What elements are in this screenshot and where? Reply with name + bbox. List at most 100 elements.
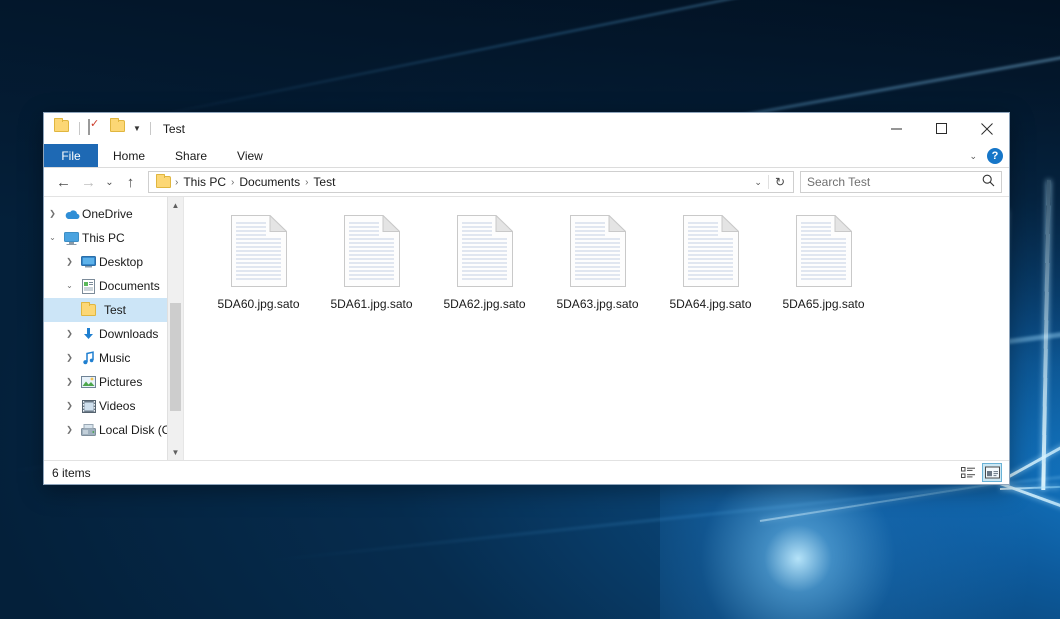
chevron-right-icon[interactable]: ❯ <box>61 322 78 346</box>
sidebar-item-documents[interactable]: ⌄ Documents <box>44 274 183 298</box>
file-explorer-window: ▼ Test File Home Share View <box>43 112 1010 485</box>
sidebar-item-music[interactable]: ❯ Music <box>44 346 183 370</box>
chevron-right-icon[interactable]: ❯ <box>61 370 78 394</box>
maximize-button[interactable] <box>919 113 964 144</box>
sidebar-item-label: OneDrive <box>82 207 133 221</box>
sidebar-item-pictures[interactable]: ❯ Pictures <box>44 370 183 394</box>
sidebar-item-onedrive[interactable]: ❯ OneDrive <box>44 202 183 226</box>
generic-document-icon <box>570 215 626 287</box>
tab-view[interactable]: View <box>222 144 278 167</box>
sidebar-scrollbar[interactable]: ▲ ▼ <box>167 197 183 460</box>
file-item[interactable]: 5DA60.jpg.sato <box>202 211 315 311</box>
quick-access-toolbar: ▼ <box>44 113 154 144</box>
disk-icon <box>78 424 99 436</box>
sidebar-item-desktop[interactable]: ❯ Desktop <box>44 250 183 274</box>
tab-share[interactable]: Share <box>160 144 222 167</box>
chevron-down-icon[interactable]: ⌄ <box>748 177 768 188</box>
scrollbar-thumb[interactable] <box>170 303 181 411</box>
file-item[interactable]: 5DA63.jpg.sato <box>541 211 654 311</box>
generic-document-icon <box>796 215 852 287</box>
search-box[interactable] <box>800 171 1002 193</box>
address-bar: ← → ⌄ ↑ › This PC › Documents › Test ⌄ ↻ <box>44 168 1009 197</box>
ribbon-right-controls: ⌄ ? <box>969 144 1003 168</box>
new-folder-icon[interactable] <box>110 120 127 137</box>
sidebar-item-test[interactable]: Test <box>44 298 183 322</box>
videos-icon <box>78 400 99 413</box>
breadcrumb-item-this-pc[interactable]: This PC <box>179 175 230 189</box>
chevron-down-icon[interactable]: ⌄ <box>969 151 977 162</box>
scroll-down-icon[interactable]: ▼ <box>168 444 183 460</box>
tab-file[interactable]: File <box>44 144 98 167</box>
this-pc-icon <box>61 232 82 245</box>
sidebar-item-label: Local Disk (C:) <box>99 423 178 437</box>
recent-locations-button[interactable]: ⌄ <box>101 170 118 195</box>
pictures-icon <box>78 376 99 388</box>
sidebar-item-label: Documents <box>99 279 160 293</box>
divider <box>79 122 80 135</box>
breadcrumb-item-documents[interactable]: Documents <box>235 175 304 189</box>
forward-button[interactable]: → <box>76 170 101 195</box>
generic-document-icon <box>231 215 287 287</box>
file-name-label: 5DA61.jpg.sato <box>330 297 412 311</box>
chevron-down-icon[interactable]: ⌄ <box>44 226 61 250</box>
file-name-label: 5DA63.jpg.sato <box>556 297 638 311</box>
minimize-button[interactable] <box>874 113 919 144</box>
chevron-right-icon[interactable]: ❯ <box>61 418 78 442</box>
file-item[interactable]: 5DA64.jpg.sato <box>654 211 767 311</box>
large-icons-view-button[interactable] <box>982 463 1002 482</box>
scroll-up-icon[interactable]: ▲ <box>168 197 183 213</box>
chevron-right-icon[interactable]: ❯ <box>61 346 78 370</box>
search-input[interactable] <box>807 175 982 189</box>
sidebar-item-label: Pictures <box>99 375 142 389</box>
file-name-label: 5DA65.jpg.sato <box>782 297 864 311</box>
desktop-icon <box>78 256 99 268</box>
desktop-wallpaper: ▼ Test File Home Share View <box>0 0 1060 619</box>
window-body: ❯ OneDrive ⌄ This PC ❯ <box>44 197 1009 460</box>
refresh-icon[interactable]: ↻ <box>768 175 791 189</box>
sidebar-item-label: Downloads <box>99 327 158 341</box>
file-grid: 5DA60.jpg.sato <box>202 211 1009 311</box>
chevron-right-icon[interactable]: ❯ <box>61 394 78 418</box>
chevron-down-icon[interactable]: ⌄ <box>61 274 78 298</box>
breadcrumb-item-test[interactable]: Test <box>309 175 339 189</box>
breadcrumb-bar[interactable]: › This PC › Documents › Test ⌄ ↻ <box>148 171 794 193</box>
ribbon-tab-bar: File Home Share View ⌄ ? <box>44 144 1009 168</box>
folder-icon <box>78 304 99 316</box>
sidebar-item-label: Test <box>99 303 126 317</box>
file-item[interactable]: 5DA62.jpg.sato <box>428 211 541 311</box>
file-list-view[interactable]: 5DA60.jpg.sato <box>184 197 1009 460</box>
generic-document-icon <box>457 215 513 287</box>
folder-icon[interactable] <box>54 120 71 137</box>
sidebar-item-label: Videos <box>99 399 135 413</box>
status-bar: 6 items <box>44 460 1009 484</box>
properties-icon[interactable] <box>88 120 105 137</box>
search-icon[interactable] <box>982 174 995 190</box>
sidebar-item-local-disk[interactable]: ❯ Local Disk (C:) <box>44 418 183 442</box>
sidebar-item-label: This PC <box>82 231 125 245</box>
chevron-right-icon[interactable]: ❯ <box>44 202 61 226</box>
up-button[interactable]: ↑ <box>118 170 143 195</box>
file-name-label: 5DA60.jpg.sato <box>217 297 299 311</box>
file-name-label: 5DA64.jpg.sato <box>669 297 751 311</box>
generic-document-icon <box>344 215 400 287</box>
sidebar-item-this-pc[interactable]: ⌄ This PC <box>44 226 183 250</box>
view-mode-buttons <box>958 463 1002 482</box>
close-button[interactable] <box>964 113 1009 144</box>
downloads-icon <box>78 327 99 341</box>
item-count-label: 6 items <box>52 466 91 480</box>
sidebar-item-label: Desktop <box>99 255 143 269</box>
chevron-right-icon[interactable]: ❯ <box>61 250 78 274</box>
documents-icon <box>78 279 99 294</box>
chevron-down-icon[interactable]: ▼ <box>132 120 142 137</box>
title-bar: ▼ Test <box>44 113 1009 144</box>
navigation-pane: ❯ OneDrive ⌄ This PC ❯ <box>44 197 184 460</box>
sidebar-item-videos[interactable]: ❯ Videos <box>44 394 183 418</box>
details-view-button[interactable] <box>958 463 978 482</box>
sidebar-item-downloads[interactable]: ❯ Downloads <box>44 322 183 346</box>
back-button[interactable]: ← <box>51 170 76 195</box>
window-controls <box>874 113 1009 144</box>
file-item[interactable]: 5DA61.jpg.sato <box>315 211 428 311</box>
file-item[interactable]: 5DA65.jpg.sato <box>767 211 880 311</box>
tab-home[interactable]: Home <box>98 144 160 167</box>
help-icon[interactable]: ? <box>987 148 1003 164</box>
